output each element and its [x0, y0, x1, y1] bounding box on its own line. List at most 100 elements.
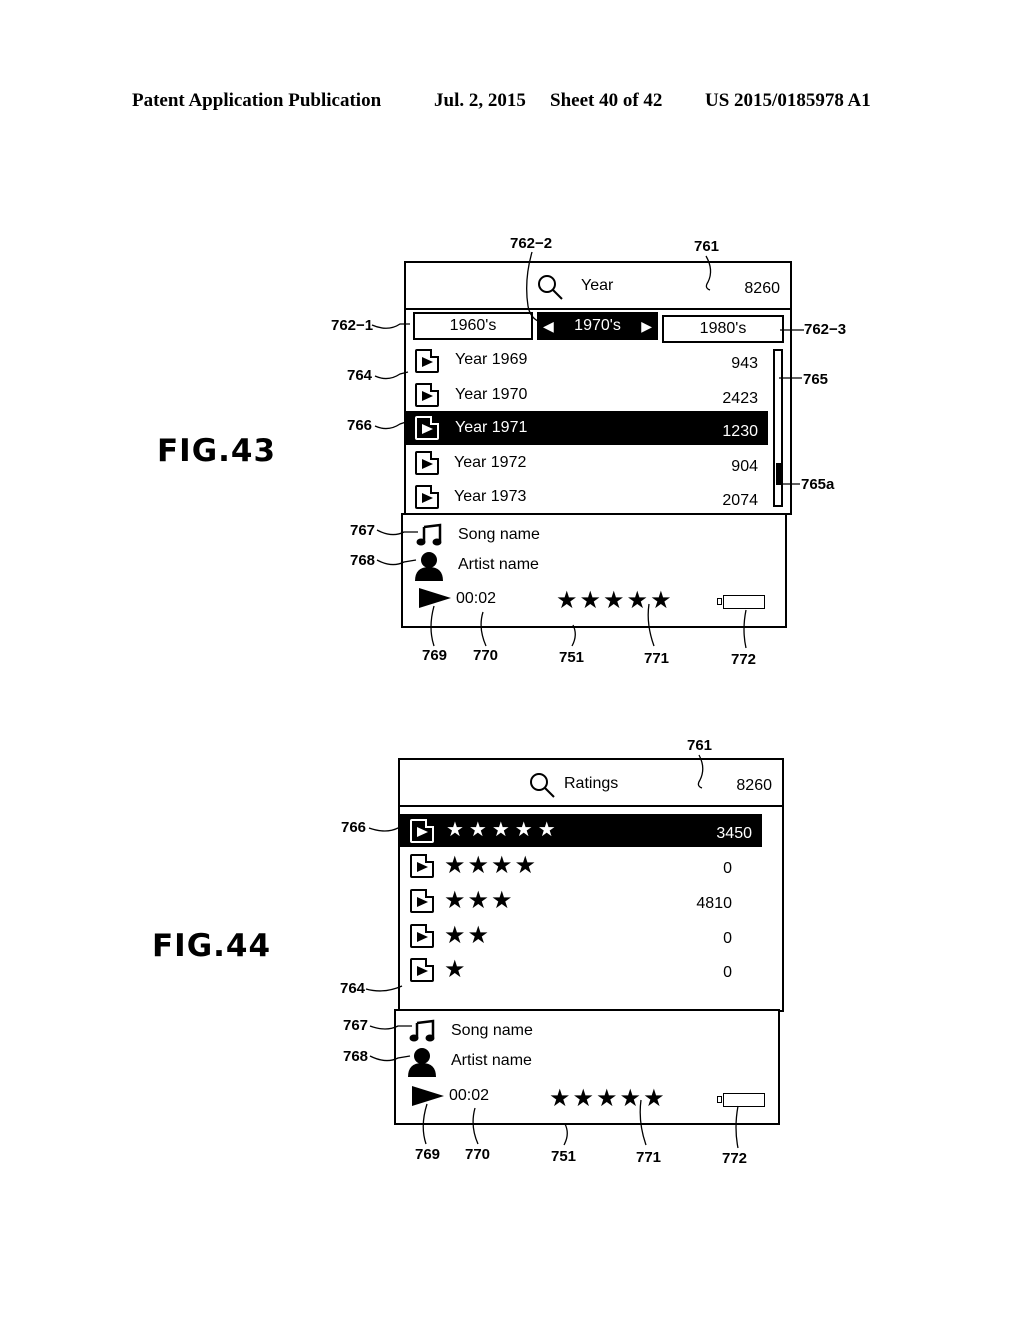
tab-label: 1980's: [699, 320, 747, 337]
ref-765: 765: [803, 371, 829, 388]
scrollbar-thumb[interactable]: [776, 463, 782, 485]
search-icon: [538, 275, 563, 300]
tab-decade-previous[interactable]: 1960's: [413, 312, 533, 340]
ref-764: 764: [347, 367, 373, 384]
file-play-icon: [415, 416, 439, 440]
list-item-count: 0: [723, 964, 732, 981]
list-item-count: 0: [723, 860, 732, 877]
file-play-icon: [415, 383, 439, 407]
ref-768: 768: [350, 552, 376, 569]
fig43-search-header[interactable]: Year 8260: [406, 263, 790, 310]
ref-751: 751: [551, 1148, 577, 1165]
file-play-icon: [410, 924, 434, 948]
ref-765a: 765a: [801, 476, 835, 493]
ref-772: 772: [731, 651, 757, 668]
list-item-count: 904: [731, 458, 758, 475]
list-item-label: Year 1971: [455, 419, 528, 436]
ref-769: 769: [415, 1146, 441, 1163]
file-play-icon: [410, 854, 434, 878]
ref-770: 770: [465, 1146, 491, 1163]
list-item[interactable]: ★★★ 4810: [400, 885, 762, 919]
fig44-now-playing-panel: Song name Artist name 00:02 ★★★★★: [394, 1009, 780, 1125]
list-item-label: Year 1969: [455, 351, 528, 368]
arrow-right-icon[interactable]: ▶: [641, 314, 652, 338]
ref-762-2: 762−2: [510, 235, 553, 252]
battery-icon: [717, 1093, 765, 1107]
list-item[interactable]: Year 1972 904: [406, 447, 768, 481]
total-count: 8260: [744, 280, 780, 297]
list-item-label: Year 1973: [454, 488, 527, 505]
file-play-icon: [415, 349, 439, 373]
rating-stars: ★: [444, 956, 468, 983]
ref-751: 751: [559, 649, 585, 666]
list-item-selected[interactable]: Year 1971 1230: [406, 411, 768, 445]
fig43-now-playing-panel: Song name Artist name 00:02 ★★★★★: [401, 513, 787, 628]
ref-769: 769: [422, 647, 448, 664]
list-item-count: 0: [723, 930, 732, 947]
elapsed-time: 00:02: [456, 590, 497, 607]
list-item-count: 1230: [722, 423, 758, 440]
list-item[interactable]: Year 1970 2423: [406, 379, 768, 413]
artist-icon: [408, 1048, 436, 1077]
search-icon: [530, 773, 555, 798]
rating-stars: ★★★★: [444, 852, 539, 879]
tab-label: 1960's: [449, 317, 497, 334]
list-item-selected[interactable]: ★★★★★ 3450: [400, 814, 762, 847]
ref-766: 766: [341, 819, 367, 836]
play-icon[interactable]: [410, 1084, 446, 1108]
rating-stars: ★★★★★: [446, 819, 561, 841]
list-item-count: 4810: [696, 895, 732, 912]
list-item[interactable]: Year 1973 2074: [406, 481, 768, 515]
ref-768: 768: [343, 1048, 369, 1065]
file-play-icon: [415, 485, 439, 509]
arrow-left-icon[interactable]: ◀: [543, 314, 554, 338]
list-item-count: 2423: [722, 390, 758, 407]
rating-stars[interactable]: ★★★★★: [556, 589, 674, 613]
music-note-icon: [416, 523, 442, 546]
scrollbar-track[interactable]: [773, 349, 783, 507]
file-play-icon: [410, 958, 434, 982]
figure-label-43: FIG.43: [157, 433, 277, 469]
list-item[interactable]: ★ 0: [400, 954, 762, 988]
list-item-count: 3450: [716, 825, 752, 842]
publication-label: Patent Application Publication: [132, 90, 382, 111]
artist-name: Artist name: [458, 556, 539, 573]
play-icon[interactable]: [417, 586, 453, 610]
ref-771: 771: [644, 650, 670, 667]
ref-764: 764: [340, 980, 366, 997]
list-item-label: Year 1970: [455, 386, 528, 403]
file-play-icon: [415, 451, 439, 475]
ref-767: 767: [350, 522, 376, 539]
battery-icon: [717, 595, 765, 609]
list-item-label: Year 1972: [454, 454, 527, 471]
ref-761: 761: [694, 238, 720, 255]
ref-767: 767: [343, 1017, 369, 1034]
file-play-icon: [410, 819, 434, 843]
ref-771: 771: [636, 1149, 662, 1166]
list-item-count: 943: [731, 355, 758, 372]
patent-number: US 2015/0185978 A1: [705, 90, 871, 111]
fig44-search-header[interactable]: Ratings 8260: [400, 760, 782, 807]
rating-stars[interactable]: ★★★★★: [549, 1087, 667, 1111]
sheet-number: Sheet 40 of 42: [550, 90, 663, 111]
ref-770: 770: [473, 647, 499, 664]
artist-icon: [415, 552, 443, 581]
rating-stars: ★★★: [444, 887, 515, 914]
rating-stars: ★★: [444, 922, 492, 949]
tab-label: 1970's: [574, 317, 621, 334]
fig43-browser-panel: Year 8260 1960's ◀ 1970's ▶ 1980's Year …: [404, 261, 792, 515]
ref-762-3: 762−3: [804, 321, 847, 338]
tab-decade-current[interactable]: ◀ 1970's ▶: [537, 312, 658, 340]
list-item[interactable]: ★★ 0: [400, 920, 762, 954]
search-category-title: Year: [581, 277, 614, 294]
tab-decade-next[interactable]: 1980's: [662, 315, 784, 343]
total-count: 8260: [736, 777, 772, 794]
song-name: Song name: [451, 1022, 533, 1039]
fig44-browser-panel: Ratings 8260 ★★★★★ 3450 ★★★★ 0 ★★★ 4810 …: [398, 758, 784, 1012]
figure-label-44: FIG.44: [152, 928, 272, 964]
ref-766: 766: [347, 417, 373, 434]
artist-name: Artist name: [451, 1052, 532, 1069]
list-item[interactable]: Year 1969 943: [406, 345, 768, 379]
ref-772: 772: [722, 1150, 748, 1167]
list-item[interactable]: ★★★★ 0: [400, 850, 762, 884]
